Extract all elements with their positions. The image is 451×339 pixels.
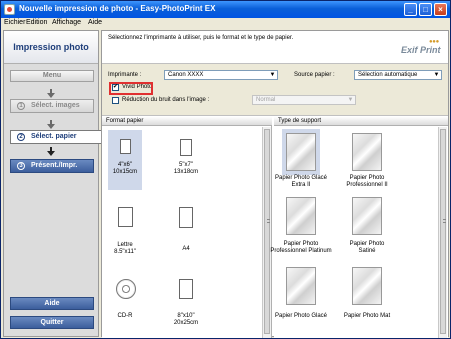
- media-type-panel: Type de support Papier Photo Glacé Extra…: [270, 117, 448, 338]
- step-number: 2: [17, 133, 25, 141]
- paper-format-label: A4: [182, 246, 190, 252]
- step-arrow-icon: [47, 120, 55, 129]
- sidebar-header: Impression photo: [4, 31, 98, 64]
- minimize-button[interactable]: _: [404, 3, 417, 16]
- media-type-label: Papier Photo Professionnel II: [346, 175, 388, 188]
- paper-format-panel: Format papier 4"x6" 10x15cm 5"x7" 13x18c…: [102, 117, 272, 338]
- paper-format-label: 5"x7" 13x18cm: [173, 162, 199, 175]
- media-type-scrollbar[interactable]: [438, 127, 447, 338]
- paper-icon: [180, 139, 192, 156]
- instruction-area: Sélectionnez l'imprimante à utiliser, pu…: [102, 31, 448, 64]
- maximize-button[interactable]: □: [419, 3, 432, 16]
- app-window: Nouvelle impression de photo - Easy-Phot…: [0, 0, 451, 339]
- menu-fichier[interactable]: Eichier: [4, 19, 25, 26]
- menu-button[interactable]: Menu: [10, 70, 94, 82]
- step-arrow-icon: [47, 89, 55, 98]
- step-number: 1: [17, 102, 25, 110]
- media-thumbnail: [352, 133, 382, 171]
- menu-bar: Eichier Edition Affichage Aide: [1, 18, 450, 29]
- title-bar[interactable]: Nouvelle impression de photo - Easy-Phot…: [1, 1, 450, 18]
- exif-print-logo: ● ● ● Exif Print: [401, 39, 441, 55]
- media-thumbnail: [286, 133, 316, 171]
- quit-button[interactable]: Quitter: [10, 316, 94, 329]
- main-panel: Sélectionnez l'imprimante à utiliser, pu…: [101, 30, 449, 338]
- paper-source-select[interactable]: Sélection automatique ▼: [354, 70, 442, 80]
- step-select-paper[interactable]: 2 Sélect. papier: [10, 130, 102, 144]
- step-label: Sélect. images: [31, 102, 80, 109]
- step-select-images[interactable]: 1 Sélect. images: [10, 99, 94, 113]
- printer-label: Imprimante :: [108, 72, 142, 78]
- noise-reduction-label: Réduction du bruit dans l'image :: [122, 97, 210, 103]
- help-button[interactable]: Aide: [10, 297, 94, 310]
- chevron-down-icon: ▼: [268, 71, 277, 79]
- chevron-down-icon: ▼: [432, 71, 441, 79]
- scrollbar-thumb[interactable]: [440, 129, 446, 334]
- scrollbar-thumb[interactable]: [264, 129, 270, 334]
- media-thumbnail: [286, 197, 316, 235]
- media-thumbnail: [352, 197, 382, 235]
- media-thumbnail: [286, 267, 316, 305]
- instruction-text: Sélectionnez l'imprimante à utiliser, pu…: [108, 35, 294, 41]
- step-label: Sélect. papier: [31, 133, 77, 140]
- media-type-header: Type de support: [274, 117, 448, 126]
- paper-format-label: 8"x10" 20x25cm: [173, 313, 199, 326]
- vivid-photo-highlight: [109, 82, 153, 95]
- step-arrow-icon: [47, 147, 55, 156]
- paper-icon: [179, 279, 193, 299]
- step-label: Présent./Impr.: [31, 162, 78, 169]
- media-type-label: Papier Photo Mat: [343, 313, 391, 319]
- paper-source-label: Source papier :: [294, 72, 335, 78]
- media-thumbnail: [352, 267, 382, 305]
- chevron-down-icon: ▼: [346, 96, 355, 104]
- printer-select[interactable]: Canon XXXX ▼: [164, 70, 278, 80]
- step-number: 3: [17, 162, 25, 170]
- step-layout-print[interactable]: 3 Présent./Impr.: [10, 159, 94, 173]
- paper-icon: [120, 139, 131, 154]
- app-icon: [4, 4, 15, 15]
- close-button[interactable]: ×: [434, 3, 447, 16]
- noise-reduction-select[interactable]: Normal ▼: [252, 95, 356, 105]
- sidebar: Impression photo Menu 1 Sélect. images 2S…: [3, 30, 102, 337]
- paper-icon: [179, 207, 193, 228]
- paper-icon: [118, 207, 133, 227]
- menu-edition[interactable]: Edition: [26, 19, 47, 26]
- noise-reduction-checkbox[interactable]: [112, 97, 119, 104]
- cd-icon: [116, 279, 136, 299]
- menu-affichage[interactable]: Affichage: [52, 19, 81, 26]
- paper-format-scrollbar[interactable]: [262, 127, 271, 338]
- printer-settings: Imprimante : Canon XXXX ▼ Source papier :…: [102, 64, 448, 116]
- paper-format-header: Format papier: [102, 117, 272, 126]
- window-title: Nouvelle impression de photo - Easy-Phot…: [19, 4, 216, 13]
- menu-aide[interactable]: Aide: [88, 19, 102, 26]
- media-type-label: Papier Photo Satiné: [349, 241, 385, 254]
